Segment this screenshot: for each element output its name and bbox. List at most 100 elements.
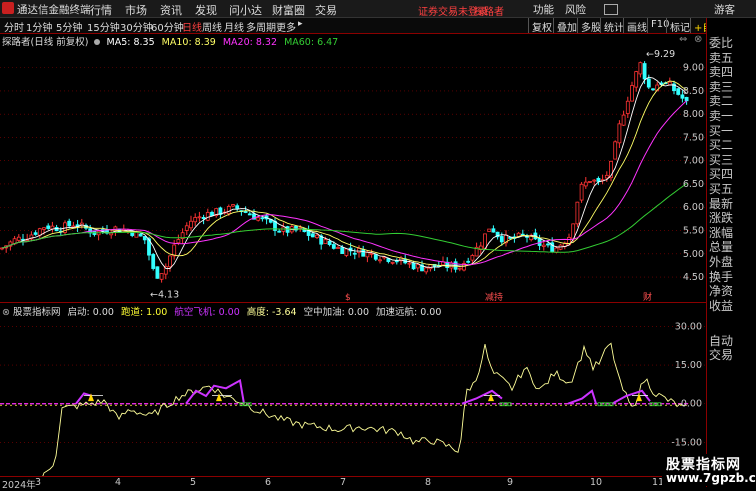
indicator-tick-label: 15.00 — [675, 360, 702, 371]
candle-body — [46, 225, 51, 229]
tab-multi-period[interactable]: 多周期 — [246, 19, 276, 34]
candle-body — [625, 100, 630, 114]
tab-5min[interactable]: 5分钟 — [56, 19, 82, 34]
side-panel-label[interactable]: 买四 — [707, 167, 756, 182]
x-tick-3: 3 — [35, 477, 42, 488]
tab-60min[interactable]: 60分钟 — [151, 19, 184, 34]
tab-15min[interactable]: 15分钟 — [87, 19, 120, 34]
candle-body — [336, 247, 340, 249]
btn-biaoji[interactable]: 标记 — [666, 18, 693, 34]
candle-body — [352, 252, 357, 255]
candle-body — [205, 212, 210, 221]
candle-body — [226, 206, 231, 214]
tab-30min[interactable]: 30分钟 — [120, 19, 153, 34]
tab-more[interactable]: 更多 — [276, 19, 296, 34]
date-axis: 2024年 3 4 5 6 7 8 9 10 11 — [0, 476, 706, 491]
candle-body — [588, 181, 592, 183]
btn-fuquan[interactable]: 复权 — [528, 18, 555, 34]
side-panel-label[interactable]: 卖四 — [707, 65, 756, 80]
candle-body — [201, 217, 206, 220]
menu-function[interactable]: 功能 — [533, 2, 554, 17]
side-panel-label[interactable]: 涨幅 — [707, 226, 756, 241]
price-tick-label: 6.00 — [683, 202, 704, 213]
candle-body — [193, 217, 198, 223]
side-panel-label[interactable]: 买三 — [707, 153, 756, 168]
side-panel-label[interactable]: 总量 — [707, 240, 756, 255]
candle-body — [243, 210, 248, 213]
more-arrow-icon[interactable]: ▸ — [298, 19, 303, 29]
candle-body — [247, 213, 252, 216]
candle-body — [42, 227, 46, 230]
current-stock-name: 探路者 — [474, 7, 504, 18]
tab-1min[interactable]: 1分钟 — [26, 19, 52, 34]
menu-item-quotes[interactable]: 行情 — [90, 2, 112, 18]
side-panel-label[interactable]: 卖一 — [707, 109, 756, 124]
candle-body — [159, 273, 164, 280]
menu-item-news[interactable]: 资讯 — [160, 2, 182, 18]
side-panel-label[interactable]: 买二 — [707, 138, 756, 153]
indicator-grid — [0, 326, 706, 443]
price-tick-label: 7.00 — [683, 156, 704, 167]
menu-item-market[interactable]: 市场 — [125, 2, 147, 18]
candle-body — [357, 248, 361, 253]
ma5-line — [1, 76, 687, 269]
side-panel-label[interactable]: 卖三 — [707, 80, 756, 95]
menu-item-wenxiaoda[interactable]: 问小达 — [229, 2, 262, 18]
chart-separator[interactable] — [0, 302, 706, 303]
menu-item-trade[interactable]: 交易 — [315, 2, 337, 18]
chart-arrows-icon[interactable]: ⇔ — [679, 34, 687, 45]
menu-item-discover[interactable]: 发现 — [195, 2, 217, 18]
candle-body — [638, 62, 643, 75]
candle-body — [592, 179, 597, 182]
indicator-lines — [0, 342, 690, 476]
window-icon[interactable] — [604, 4, 618, 15]
side-panel-label[interactable]: 卖二 — [707, 94, 756, 109]
tab-daily[interactable]: 日线 — [182, 19, 202, 34]
tab-monthly[interactable]: 月线 — [224, 19, 244, 34]
price-tick-label: 7.50 — [683, 132, 704, 143]
kline-chart[interactable]: 9.00 8.50 8.00 7.50 7.00 6.50 6.00 5.50 5.00 4.50… — [0, 46, 706, 301]
candle-body — [16, 236, 21, 241]
x-tick-10: 10 — [590, 477, 603, 488]
candle-body — [541, 244, 546, 247]
watermark: 股票指标网 www.7gpzb.com — [662, 454, 756, 486]
side-panel-label[interactable]: 委比 — [707, 36, 756, 51]
candle-body — [378, 259, 382, 262]
tab-fenshi[interactable]: 分时 — [4, 19, 24, 34]
indicator-chart[interactable]: 30.00 15.00 0.00 -15.00 — [0, 316, 706, 476]
auto-trade-label[interactable]: 自动 — [707, 334, 756, 349]
indicator-tick-label: -15.00 — [671, 437, 702, 448]
tab-weekly[interactable]: 周线 — [202, 19, 222, 34]
candle-body — [415, 264, 420, 269]
candle-body — [424, 267, 429, 273]
candle-body — [340, 247, 345, 254]
candle-body — [172, 244, 177, 257]
candle-body — [411, 262, 416, 270]
candle-body — [327, 240, 332, 246]
side-panel-label[interactable]: 收益 — [707, 299, 756, 314]
indicator-tick-label: 0.00 — [681, 399, 702, 410]
side-panel-label[interactable]: 净资 — [707, 284, 756, 299]
side-panel-label[interactable]: 外盘 — [707, 255, 756, 270]
close-icon[interactable]: ⊗ — [694, 34, 702, 45]
menu-guest[interactable]: 游客 — [714, 2, 735, 17]
btn-huaxian[interactable]: 画线 — [623, 18, 650, 34]
side-panel-label[interactable]: 最新 — [707, 197, 756, 212]
candle-body — [67, 220, 72, 227]
flight-segment — [461, 389, 503, 405]
candle-body — [231, 204, 235, 207]
price-tick-label: 5.00 — [683, 249, 704, 260]
menu-item-wealth[interactable]: 财富圈 — [272, 2, 305, 18]
settings-dot-icon[interactable] — [94, 39, 101, 45]
candle-body — [142, 236, 147, 241]
menu-risk[interactable]: 风险 — [565, 2, 586, 17]
candle-body — [184, 225, 189, 231]
side-panel-label[interactable]: 涨跌 — [707, 211, 756, 226]
btn-diejia[interactable]: 叠加 — [553, 18, 580, 34]
side-panel-label[interactable]: 卖五 — [707, 51, 756, 66]
side-panel-label[interactable]: 买一 — [707, 124, 756, 139]
candle-body — [277, 230, 282, 233]
auto-trade-label[interactable]: 交易 — [707, 348, 756, 363]
side-panel-label[interactable]: 换手 — [707, 270, 756, 285]
side-panel-label[interactable]: 买五 — [707, 182, 756, 197]
